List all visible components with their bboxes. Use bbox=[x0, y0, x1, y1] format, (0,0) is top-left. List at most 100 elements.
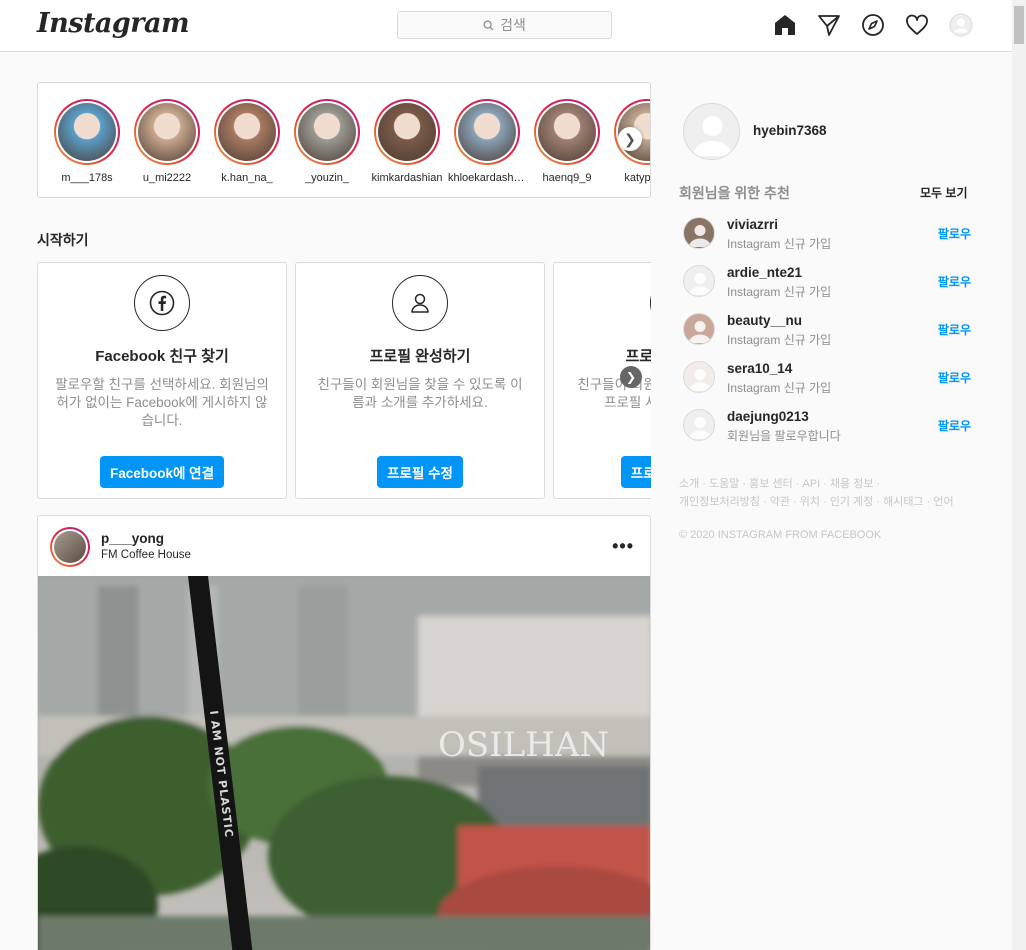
story-username: katyperry bbox=[624, 172, 651, 184]
follow-button[interactable]: 팔로우 bbox=[938, 417, 971, 434]
suggestion-avatar[interactable] bbox=[683, 265, 715, 297]
user-icon bbox=[392, 275, 448, 331]
post-avatar[interactable] bbox=[50, 527, 90, 567]
suggestion-avatar[interactable] bbox=[683, 313, 715, 345]
follow-button[interactable]: 팔로우 bbox=[938, 225, 971, 242]
story-item[interactable]: m___178s bbox=[54, 99, 120, 184]
card-title: 프로필 사진 추가 bbox=[625, 348, 651, 365]
story-ring bbox=[134, 99, 200, 165]
explore-icon[interactable] bbox=[861, 13, 885, 37]
story-item[interactable]: k.han_na_ bbox=[214, 99, 280, 184]
story-ring bbox=[214, 99, 280, 165]
suggestion-username[interactable]: beauty__nu bbox=[727, 313, 802, 328]
story-avatar bbox=[458, 103, 516, 161]
my-avatar[interactable] bbox=[683, 103, 740, 160]
footer-links: 소개 · 도움말 · 홍보 센터 · API · 채용 정보 · 개인정보처리방… bbox=[679, 475, 979, 511]
story-username: haenq9_9 bbox=[542, 172, 592, 184]
story-item[interactable]: u_mi2222 bbox=[134, 99, 200, 184]
story-item[interactable]: haenq9_9 bbox=[534, 99, 600, 184]
card-description: 친구들이 회원님을 찾을 수 있도록 이름과 소개를 추가하세요. bbox=[317, 377, 523, 410]
story-username: k.han_na_ bbox=[221, 172, 273, 184]
suggestion-username[interactable]: daejung0213 bbox=[727, 409, 809, 424]
suggestion-subtitle: 회원님을 팔로우합니다 bbox=[727, 429, 841, 443]
suggestion-subtitle: Instagram 신규 가입 bbox=[727, 381, 832, 395]
story-avatar bbox=[298, 103, 356, 161]
suggestion-subtitle: Instagram 신규 가입 bbox=[727, 237, 832, 251]
suggestion-row: sera10_14 Instagram 신규 가입 팔로우 bbox=[683, 361, 973, 397]
suggestion-avatar[interactable] bbox=[683, 409, 715, 441]
search-icon bbox=[483, 19, 494, 31]
camera-icon bbox=[650, 275, 651, 331]
story-ring bbox=[534, 99, 600, 165]
story-username: khloekardashian bbox=[448, 172, 526, 184]
scrollbar[interactable] bbox=[1012, 0, 1026, 950]
suggestion-username[interactable]: ardie_nte21 bbox=[727, 265, 802, 280]
suggestion-subtitle: Instagram 신규 가입 bbox=[727, 333, 832, 347]
copyright: © 2020 INSTAGRAM FROM FACEBOOK bbox=[679, 529, 882, 541]
suggestion-username[interactable]: viviazrri bbox=[727, 217, 778, 232]
instagram-logo[interactable]: Instagram bbox=[37, 8, 190, 39]
suggestion-row: daejung0213 회원님을 팔로우합니다 팔로우 bbox=[683, 409, 973, 445]
add-photo-button[interactable]: 프로필 사진 추가 bbox=[620, 456, 651, 488]
direct-icon[interactable] bbox=[817, 13, 841, 37]
follow-button[interactable]: 팔로우 bbox=[938, 369, 971, 386]
footer-links-line[interactable]: 개인정보처리방침 · 약관 · 위치 · 인기 계정 · 해시태그 · 언어 bbox=[679, 493, 979, 511]
getting-started-cards: Facebook 친구 찾기 팔로우할 친구를 선택하세요. 회원님의 허가 없… bbox=[37, 262, 651, 499]
search-input[interactable]: 검색 bbox=[397, 11, 612, 39]
post-header: p___yong FM Coffee House ••• bbox=[38, 516, 650, 576]
story-username: _youzin_ bbox=[304, 172, 350, 184]
post-location[interactable]: FM Coffee House bbox=[101, 549, 191, 561]
suggestion-avatar[interactable] bbox=[683, 217, 715, 249]
suggestion-avatar[interactable] bbox=[683, 361, 715, 393]
story-avatar bbox=[538, 103, 596, 161]
see-all-link[interactable]: 모두 보기 bbox=[920, 184, 968, 201]
story-username: m___178s bbox=[61, 172, 113, 184]
cards-next-arrow-icon[interactable]: ❯ bbox=[620, 366, 642, 388]
top-nav: Instagram 검색 bbox=[0, 0, 1012, 52]
scroll-thumb[interactable] bbox=[1014, 6, 1024, 44]
home-icon[interactable] bbox=[773, 13, 797, 37]
card-description: 친구들이 회원님을 알아볼 수 있도록 프로필 사진을 추가하세요. bbox=[577, 377, 651, 410]
post-image[interactable]: OSILHAN I AM NOT PLASTIC bbox=[38, 576, 650, 950]
story-avatar bbox=[218, 103, 276, 161]
footer-links-line[interactable]: 소개 · 도움말 · 홍보 센터 · API · 채용 정보 · bbox=[679, 475, 979, 493]
suggestions-title: 회원님을 위한 추천 bbox=[679, 185, 790, 201]
story-ring bbox=[54, 99, 120, 165]
card-description: 팔로우할 친구를 선택하세요. 회원님의 허가 없이는 Facebook에 게시… bbox=[55, 377, 269, 428]
post-username[interactable]: p___yong bbox=[101, 531, 164, 546]
story-username: u_mi2222 bbox=[142, 172, 192, 184]
story-username: kimkardashian bbox=[371, 172, 443, 184]
suggestion-row: ardie_nte21 Instagram 신규 가입 팔로우 bbox=[683, 265, 973, 301]
story-ring bbox=[294, 99, 360, 165]
suggestion-username[interactable]: sera10_14 bbox=[727, 361, 792, 376]
follow-button[interactable]: 팔로우 bbox=[938, 321, 971, 338]
story-avatar bbox=[378, 103, 436, 161]
suggestion-row: beauty__nu Instagram 신규 가입 팔로우 bbox=[683, 313, 973, 349]
edit-profile-button[interactable]: 프로필 수정 bbox=[377, 456, 463, 488]
story-avatar bbox=[138, 103, 196, 161]
suggestion-subtitle: Instagram 신규 가입 bbox=[727, 285, 832, 299]
story-item[interactable]: khloekardashian bbox=[448, 99, 526, 184]
search-placeholder: 검색 bbox=[500, 17, 526, 33]
story-ring bbox=[374, 99, 440, 165]
facebook-icon bbox=[134, 275, 190, 331]
my-username[interactable]: hyebin7368 bbox=[753, 123, 827, 138]
story-avatar bbox=[58, 103, 116, 161]
follow-button[interactable]: 팔로우 bbox=[938, 273, 971, 290]
card-facebook-friends: Facebook 친구 찾기 팔로우할 친구를 선택하세요. 회원님의 허가 없… bbox=[37, 262, 287, 499]
getting-started-title: 시작하기 bbox=[37, 232, 89, 248]
feed-post: p___yong FM Coffee House ••• OSILHAN I A… bbox=[37, 515, 651, 950]
story-ring bbox=[454, 99, 520, 165]
card-complete-profile: 프로필 완성하기 친구들이 회원님을 찾을 수 있도록 이름과 소개를 추가하세… bbox=[295, 262, 545, 499]
profile-icon[interactable] bbox=[949, 13, 973, 37]
story-item[interactable]: kimkardashian bbox=[372, 99, 442, 184]
stories-next-arrow-icon[interactable]: ❯ bbox=[618, 127, 642, 151]
connect-facebook-button[interactable]: Facebook에 연결 bbox=[99, 456, 225, 488]
sign-text: OSILHAN bbox=[438, 725, 609, 765]
heart-icon[interactable] bbox=[905, 13, 929, 37]
story-item[interactable]: _youzin_ bbox=[294, 99, 360, 184]
card-title: 프로필 완성하기 bbox=[369, 348, 471, 365]
stories-tray: m___178s u_mi2222 k.han_na_ _youzin_ kimkard… bbox=[37, 82, 651, 198]
card-title: Facebook 친구 찾기 bbox=[95, 348, 229, 365]
more-options-icon[interactable]: ••• bbox=[612, 536, 634, 557]
